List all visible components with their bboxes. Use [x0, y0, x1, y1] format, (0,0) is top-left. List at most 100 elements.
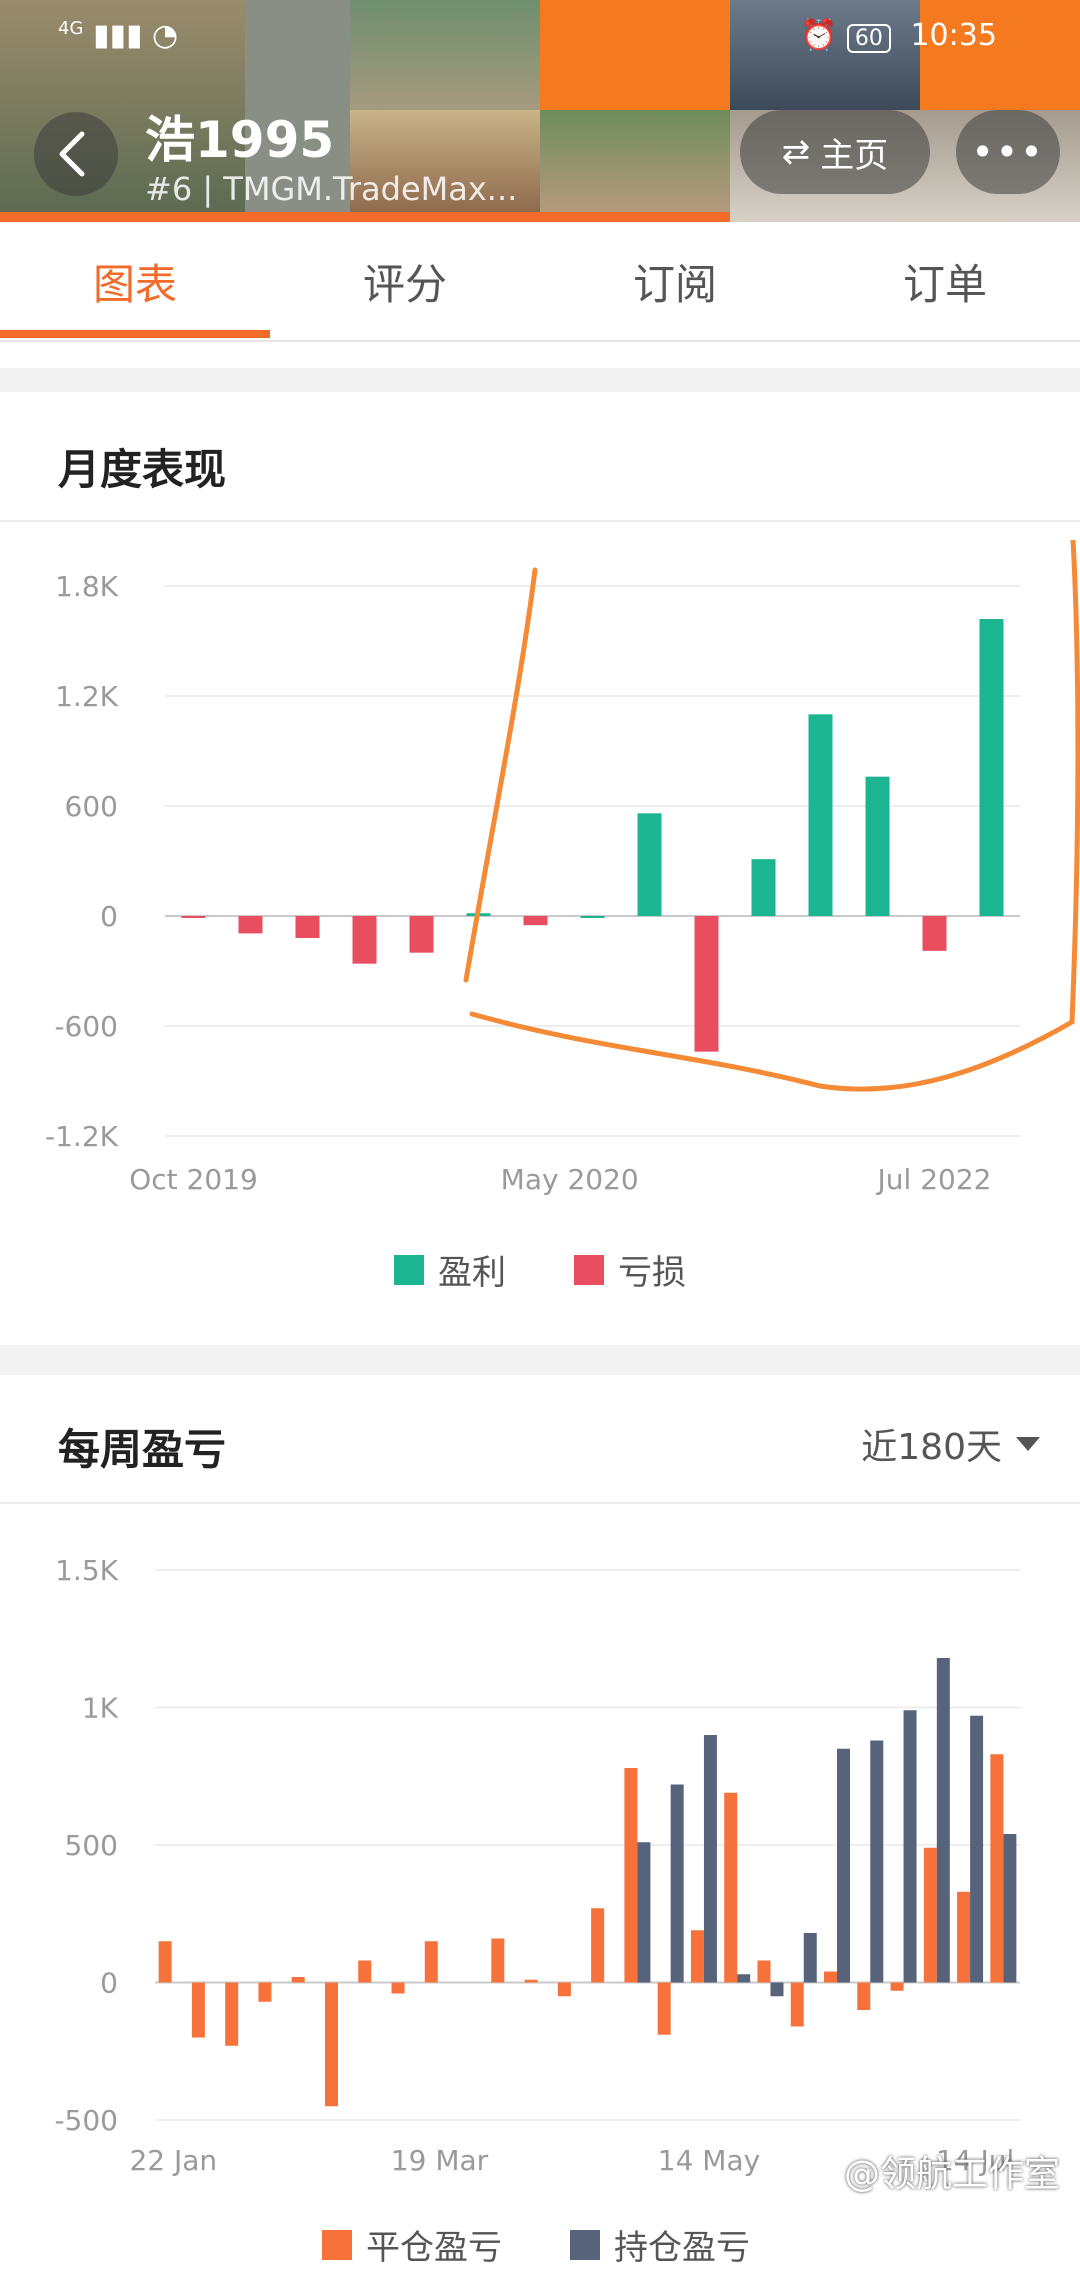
- bar-floating: [637, 1842, 651, 1983]
- x-tick-label: 14 May: [658, 2144, 760, 2177]
- y-tick-label: 1K: [82, 1692, 119, 1725]
- bar-closed: [824, 1971, 838, 1983]
- y-tick-label: 1.5K: [55, 1554, 119, 1587]
- back-button[interactable]: [34, 112, 118, 196]
- trader-subtitle: #6 | TMGM.TradeMax...: [145, 170, 518, 208]
- y-tick-label: 500: [65, 1829, 118, 1862]
- bar-closed: [790, 1982, 804, 2027]
- more-dots-icon: •••: [971, 130, 1045, 174]
- y-tick-label: -1.2K: [45, 1120, 119, 1153]
- more-button[interactable]: •••: [956, 110, 1060, 194]
- y-tick-label: 0: [100, 900, 118, 933]
- weekly-title: 每周盈亏: [58, 1425, 227, 1474]
- bar-floating: [803, 1933, 817, 1983]
- switch-icon: ⇄: [781, 132, 811, 172]
- y-tick-label: 0: [100, 1967, 118, 2000]
- bar: [694, 916, 719, 1052]
- bar-closed: [158, 1941, 172, 1983]
- bar-floating: [737, 1974, 751, 1983]
- caret-down-icon: [1016, 1437, 1040, 1451]
- wifi-icon: ◔: [152, 18, 179, 53]
- bar-closed: [524, 1979, 538, 1983]
- bar-closed: [191, 1982, 205, 2038]
- network-label: 4G: [58, 18, 84, 39]
- bar-closed: [324, 1982, 338, 2107]
- bar-closed: [591, 1908, 605, 1983]
- y-tick-label: -600: [54, 1010, 118, 1043]
- bar-closed: [391, 1982, 405, 1994]
- legend-label-profit: 盈利: [438, 1253, 506, 1293]
- y-tick-label: 1.8K: [55, 570, 119, 603]
- bar-floating: [703, 1735, 717, 1983]
- y-tick-label: 600: [65, 790, 118, 823]
- profile-header: 4G ▮▮▮ ◔ ⏰ 60 10:35 浩1995 #6 | TMGM.Trad…: [0, 0, 1080, 222]
- bar-floating: [1003, 1834, 1017, 1983]
- monthly-performance-chart: 1.8K 1.2K 600 0 -600 -1.2K Oct 2019 May 2020 Jul…: [45, 540, 1080, 1196]
- bar: [808, 714, 833, 916]
- tab-chart[interactable]: 图表: [0, 222, 270, 340]
- bar: [922, 916, 947, 951]
- section-spacer: [0, 1345, 1080, 1375]
- tab-subscribe[interactable]: 订阅: [540, 222, 810, 340]
- weekly-pnl-chart: 1.5K1K5000-50022 Jan 19 Mar 14 May 14 Jul: [54, 1554, 1020, 2177]
- home-button[interactable]: ⇄ 主页: [740, 110, 930, 194]
- bar-closed: [258, 1982, 272, 2002]
- x-tick-label: May 2020: [501, 1163, 639, 1196]
- bar-closed: [923, 1847, 937, 1983]
- x-tick-label: 19 Mar: [391, 2144, 489, 2177]
- bar-closed: [957, 1891, 971, 1983]
- back-arrow-icon: [59, 131, 85, 177]
- bar-closed: [890, 1982, 904, 1991]
- alarm-icon: ⏰: [800, 18, 838, 53]
- bar: [580, 916, 605, 918]
- bar-floating: [870, 1740, 884, 1983]
- home-label: 主页: [820, 135, 889, 176]
- signal-icon: ▮▮▮: [92, 18, 143, 53]
- bar-closed: [757, 1960, 771, 1983]
- clock: 10:35: [910, 18, 997, 53]
- section-spacer: [0, 368, 1080, 392]
- watermark: @领航工作室: [843, 2154, 1060, 2195]
- bar-floating: [837, 1748, 851, 1983]
- bar: [523, 916, 548, 926]
- tab-orders[interactable]: 订单: [810, 222, 1080, 340]
- monthly-title: 月度表现: [58, 445, 227, 494]
- bar: [865, 776, 890, 916]
- bar: [409, 916, 434, 953]
- bar-closed: [557, 1982, 571, 1997]
- period-dropdown[interactable]: 近180天: [861, 1418, 1040, 1470]
- legend-swatch-loss: [574, 1254, 604, 1285]
- legend-swatch-closed: [322, 2229, 352, 2260]
- legend-label-closed: 平仓盈亏: [366, 2228, 502, 2268]
- x-tick-label: Oct 2019: [129, 1163, 258, 1196]
- tab-label: 订单: [902, 259, 987, 309]
- bar-floating: [970, 1715, 984, 1983]
- monthly-legend: 盈利 亏损: [394, 1245, 686, 1294]
- trader-name: 浩1995: [145, 111, 335, 169]
- status-right: ⏰ 60 10:35: [800, 18, 997, 53]
- legend-label-loss: 亏损: [618, 1253, 686, 1293]
- tab-bar: 图表 评分 订阅 订单: [0, 222, 1080, 342]
- bar: [979, 619, 1004, 916]
- cover-photo: [540, 110, 730, 212]
- bar: [751, 859, 776, 916]
- bar: [181, 916, 206, 918]
- tab-rating[interactable]: 评分: [270, 222, 540, 340]
- bar-closed: [624, 1768, 638, 1983]
- bar-closed: [990, 1754, 1004, 1983]
- section-divider: [0, 520, 1080, 522]
- period-dropdown-label: 近180天: [861, 1427, 1002, 1468]
- weekly-legend: 平仓盈亏 持仓盈亏: [322, 2220, 750, 2269]
- bar-floating: [770, 1982, 784, 1997]
- cover-photo: [920, 0, 1080, 110]
- bar-floating: [936, 1658, 950, 1983]
- bar-closed: [225, 1982, 239, 2046]
- bar-closed: [291, 1977, 305, 1983]
- bar: [295, 916, 320, 938]
- tab-label: 订阅: [632, 259, 717, 309]
- y-tick-label: 1.2K: [55, 680, 119, 713]
- bar-closed: [857, 1982, 871, 2010]
- bar-closed: [724, 1792, 738, 1983]
- status-icons: 4G ▮▮▮ ◔: [58, 18, 178, 53]
- section-divider: [0, 1502, 1080, 1504]
